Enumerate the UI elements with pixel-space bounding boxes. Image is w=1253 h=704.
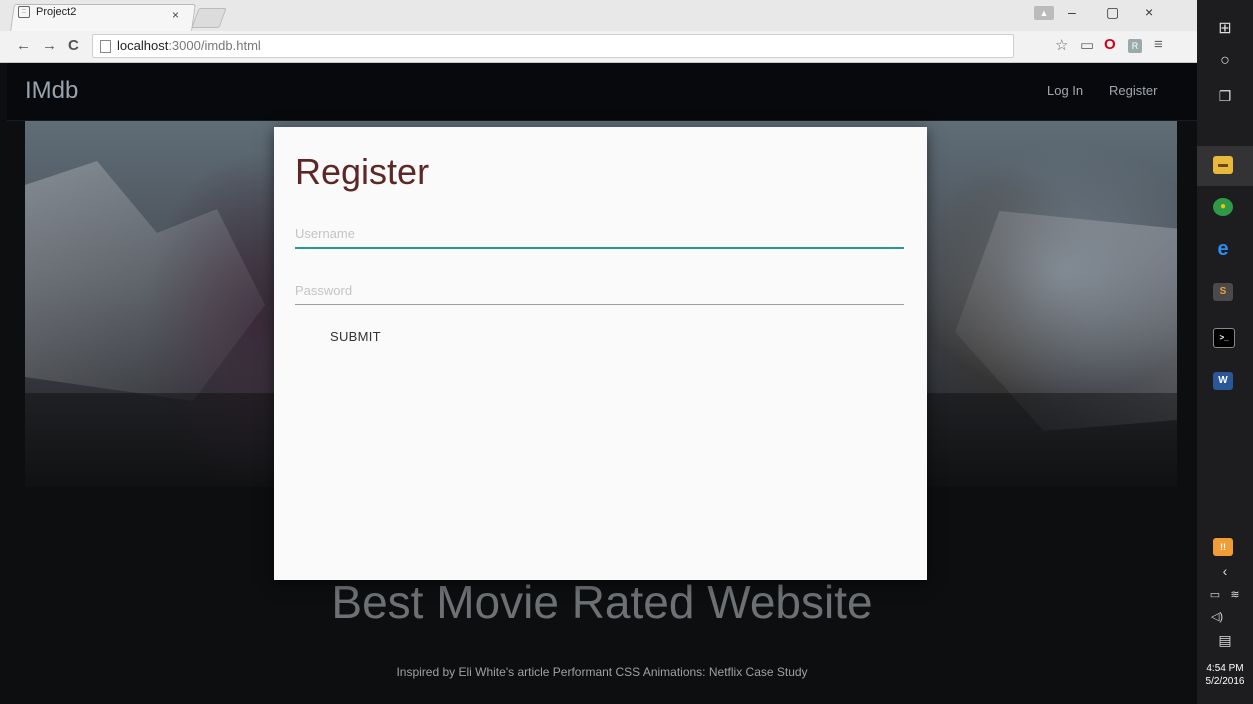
browser-chrome: :: Project2 × ▲ – ▢ × ← → C localhost:30… [0, 0, 1197, 63]
username-input[interactable] [295, 219, 904, 247]
page-viewport: IMdb Log In Register Best Movie Rated We… [7, 63, 1197, 704]
url-path: :3000/imdb.html [168, 38, 261, 53]
site-navbar: IMdb Log In Register [7, 63, 1197, 121]
page-icon [100, 40, 111, 53]
password-field [295, 276, 904, 305]
user-profile-icon[interactable]: ▲ [1034, 6, 1054, 20]
windows-taskbar: ⊞ ○ ❐ ▬ ● e S >_ W !! ‹ ▭ ≋ ◁) ▤ 4:54 PM… [1197, 0, 1253, 704]
register-modal: Register SUBMIT [274, 127, 927, 580]
username-field [295, 219, 904, 249]
footer-credit: Inspired by Eli White's article Performa… [396, 665, 808, 679]
submit-button[interactable]: SUBMIT [318, 325, 393, 348]
favicon-icon: :: [18, 6, 30, 18]
nav-register-link[interactable]: Register [1109, 83, 1157, 98]
close-window-icon[interactable]: × [1145, 4, 1153, 20]
site-brand[interactable]: IMdb [25, 77, 78, 105]
hero-headline: Best Movie Rated Website [331, 576, 873, 628]
taskbar-clock[interactable]: 4:54 PM 5/2/2016 [1197, 662, 1253, 688]
restore-icon[interactable]: ▢ [1106, 4, 1119, 21]
url-host: localhost [117, 38, 169, 53]
tab-close-icon[interactable]: × [172, 8, 179, 22]
cast-icon[interactable]: ▭ [1080, 36, 1094, 54]
clock-time: 4:54 PM [1206, 663, 1244, 674]
file-explorer-icon[interactable]: ▬ [1213, 156, 1233, 174]
alert-tray-icon[interactable]: !! [1213, 538, 1233, 556]
volume-icon[interactable]: ◁) [1189, 610, 1245, 623]
wifi-icon[interactable]: ≋ [1207, 588, 1253, 601]
notifications-icon[interactable]: ▤ [1197, 632, 1253, 649]
word-app-icon[interactable]: W [1213, 372, 1233, 390]
opera-extension-icon[interactable]: O [1104, 36, 1116, 53]
url-text: localhost:3000/imdb.html [117, 38, 261, 53]
minimize-icon[interactable]: – [1068, 4, 1076, 20]
forward-icon[interactable]: → [42, 37, 57, 54]
chrome-app-icon[interactable]: ● [1213, 198, 1233, 216]
cmd-app-icon[interactable]: >_ [1213, 328, 1235, 348]
edge-app-icon[interactable]: e [1213, 239, 1233, 259]
back-icon[interactable]: ← [16, 37, 31, 54]
tab-title: Project2 [36, 6, 77, 18]
hero-rubble-left [25, 161, 265, 401]
tab-content: :: Project2 [18, 6, 76, 18]
cortana-icon[interactable]: ○ [1197, 52, 1253, 70]
extension-icon[interactable]: R [1128, 39, 1142, 53]
clock-date: 5/2/2016 [1205, 676, 1245, 687]
start-icon[interactable]: ⊞ [1197, 18, 1253, 38]
sublime-app-icon[interactable]: S [1213, 283, 1233, 301]
address-bar[interactable]: localhost:3000/imdb.html [92, 34, 1014, 58]
tray-chevron-icon[interactable]: ‹ [1197, 563, 1253, 579]
modal-title: Register [295, 151, 430, 192]
menu-icon[interactable]: ≡ [1154, 36, 1163, 53]
new-tab-button[interactable] [191, 8, 227, 28]
reload-icon[interactable]: C [68, 37, 79, 54]
task-view-icon[interactable]: ❐ [1197, 88, 1253, 105]
tab-strip: :: Project2 × ▲ – ▢ × [0, 0, 1197, 31]
nav-login-link[interactable]: Log In [1047, 83, 1083, 98]
password-input[interactable] [295, 276, 904, 304]
bookmark-star-icon[interactable]: ☆ [1055, 36, 1068, 54]
browser-toolbar: ← → C localhost:3000/imdb.html ☆ ▭ O R ≡ [0, 31, 1197, 62]
